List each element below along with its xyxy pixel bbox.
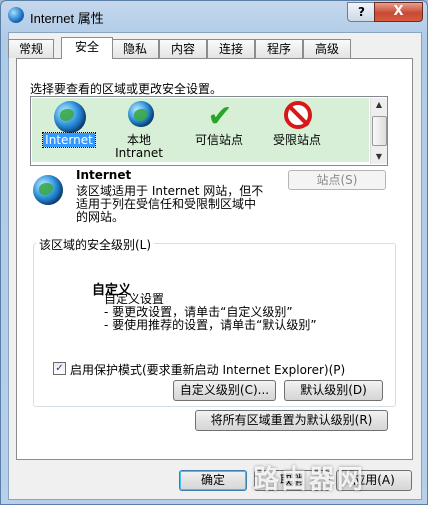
sites-button[interactable]: 站点(S)	[288, 170, 386, 190]
scroll-down-arrow-icon[interactable]: ▼	[371, 150, 387, 164]
selected-zone-name: Internet	[76, 168, 132, 182]
custom-level-button[interactable]: 自定义级别(C)...	[173, 380, 276, 401]
globe-icon	[54, 101, 86, 133]
default-level-button[interactable]: 默认级别(D)	[284, 380, 383, 401]
tab-privacy[interactable]: 隐私	[111, 39, 159, 58]
scroll-thumb[interactable]	[372, 116, 387, 146]
window-title: Internet 属性	[30, 11, 104, 26]
zone-trusted-label: 可信站点	[194, 133, 243, 147]
protected-mode-label[interactable]: 启用保护模式(要求重新启动 Internet Explorer)(P)	[70, 361, 345, 378]
zone-intranet-label: 本地	[126, 133, 151, 147]
tab-security[interactable]: 安全	[61, 37, 113, 59]
zone-prompt: 选择要查看的区域或更改安全设置。	[30, 82, 223, 96]
zone-list: Internet 本地 Intranet ✔ 可信站点 受限站点	[32, 98, 369, 162]
selected-zone-description: 该区域适用于 Internet 网站，但不适用于列在受信任和受限制区域中的网站。	[76, 184, 264, 224]
reset-all-zones-button[interactable]: 将所有区域重置为默认级别(R)	[195, 410, 388, 431]
close-button[interactable]: X	[374, 2, 423, 22]
scroll-up-arrow-icon[interactable]: ▲	[371, 98, 387, 112]
zone-internet-label: Internet	[42, 132, 96, 148]
intranet-icon	[128, 101, 154, 127]
tab-connections[interactable]: 连接	[207, 39, 255, 58]
security-level-description: 自定义设置 - 要更改设置，请单击“自定义级别” - 要使用推荐的设置，请单击“…	[104, 293, 317, 332]
check-icon: ✔	[207, 99, 233, 134]
help-button[interactable]: ?	[347, 2, 376, 22]
restricted-icon	[284, 101, 312, 129]
zone-local-intranet[interactable]: 本地 Intranet	[104, 98, 174, 162]
title-bar[interactable]: Internet 属性 ? X	[1, 1, 427, 31]
internet-explorer-icon	[8, 7, 24, 23]
tab-advanced[interactable]: 高级	[303, 39, 351, 58]
zone-picker: Internet 本地 Intranet ✔ 可信站点 受限站点 ▲ ▼	[30, 96, 388, 166]
zone-scrollbar[interactable]: ▲ ▼	[370, 98, 387, 164]
tab-programs[interactable]: 程序	[255, 39, 303, 58]
zone-internet[interactable]: Internet	[34, 98, 104, 162]
level-line-3: - 要使用推荐的设置，请单击“默认级别”	[104, 318, 317, 332]
zone-restricted-sites[interactable]: 受限站点	[262, 98, 332, 162]
protected-mode-checkbox[interactable]: ✓	[53, 362, 66, 375]
security-level-group-title: 该区域的安全级别(L)	[36, 236, 155, 253]
ok-button[interactable]: 确定	[179, 470, 247, 491]
zone-restricted-label: 受限站点	[272, 133, 321, 147]
selected-zone-globe-icon	[33, 175, 63, 205]
watermark: 路由器网	[253, 465, 366, 495]
tab-general[interactable]: 常规	[8, 39, 54, 58]
zone-trusted-sites[interactable]: ✔ 可信站点	[184, 98, 254, 162]
tab-content[interactable]: 内容	[159, 39, 207, 58]
zone-intranet-sublabel: Intranet	[115, 146, 163, 160]
